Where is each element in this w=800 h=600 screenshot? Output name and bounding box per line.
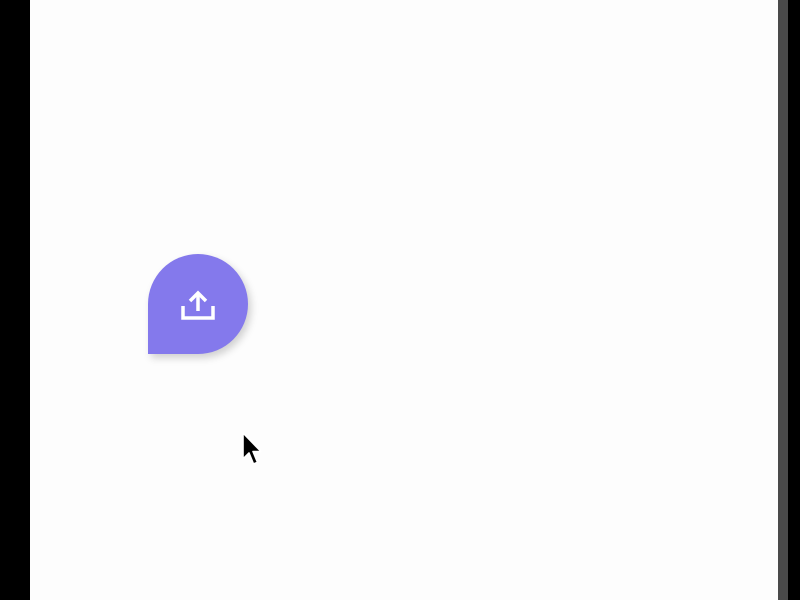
app-screen (30, 0, 778, 600)
device-frame (0, 0, 800, 600)
device-bezel (778, 0, 788, 600)
upload-icon (181, 290, 215, 320)
upload-fab-button[interactable] (148, 254, 248, 354)
mouse-pointer-icon (242, 432, 262, 465)
